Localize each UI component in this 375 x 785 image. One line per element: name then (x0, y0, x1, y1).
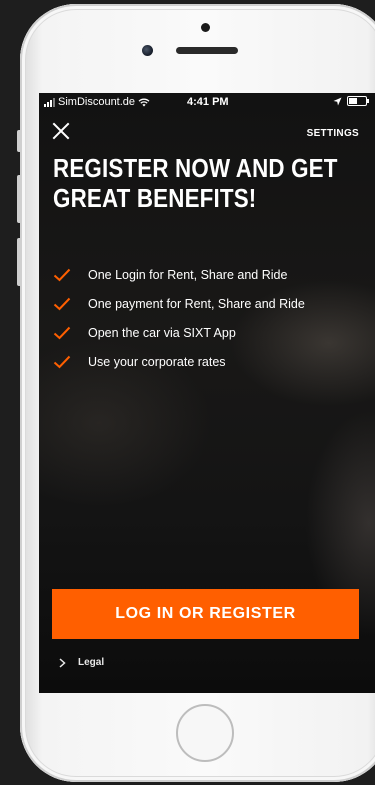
status-bar-right (333, 96, 369, 106)
app-screen: SimDiscount.de 4:41 PM SETTINGS REGISTER… (39, 93, 375, 693)
benefit-item: One Login for Rent, Share and Ride (53, 260, 305, 289)
earpiece-speaker (176, 47, 238, 54)
check-icon (53, 326, 71, 339)
benefit-label: Use your corporate rates (88, 354, 226, 369)
settings-link[interactable]: SETTINGS (307, 128, 359, 139)
status-time: 4:41 PM (187, 96, 229, 108)
location-arrow-icon (333, 97, 342, 105)
benefit-label: Open the car via SIXT App (88, 325, 236, 340)
login-register-button[interactable]: LOG IN OR REGISTER (52, 589, 359, 639)
benefit-item: Open the car via SIXT App (53, 318, 305, 347)
legal-link[interactable]: Legal (59, 657, 104, 668)
benefit-item: One payment for Rent, Share and Ride (53, 289, 305, 318)
signal-icon (44, 97, 55, 107)
carrier-name: SimDiscount.de (58, 96, 136, 108)
close-icon[interactable] (51, 121, 71, 141)
benefit-item: Use your corporate rates (53, 347, 305, 376)
battery-icon (347, 96, 369, 106)
chevron-right-icon (59, 657, 66, 668)
benefits-list: One Login for Rent, Share and Ride One p… (53, 260, 305, 376)
check-icon (53, 268, 71, 281)
benefit-label: One payment for Rent, Share and Ride (88, 296, 305, 311)
benefit-label: One Login for Rent, Share and Ride (88, 267, 288, 282)
proximity-sensor (201, 23, 210, 32)
wifi-icon (138, 98, 150, 106)
status-bar-left: SimDiscount.de (44, 96, 150, 108)
device-frame-stage: SimDiscount.de 4:41 PM SETTINGS REGISTER… (0, 0, 375, 785)
status-bar: SimDiscount.de 4:41 PM (39, 93, 375, 113)
home-button[interactable] (176, 704, 234, 762)
page-title: REGISTER NOW AND GET GREAT BENEFITS! (53, 153, 363, 213)
page-title-line-2: GREAT BENEFITS! (53, 183, 257, 213)
front-camera (142, 45, 153, 56)
page-title-line-1: REGISTER NOW AND GET (53, 153, 338, 183)
check-icon (53, 297, 71, 310)
legal-label: Legal (78, 657, 105, 668)
check-icon (53, 355, 71, 368)
